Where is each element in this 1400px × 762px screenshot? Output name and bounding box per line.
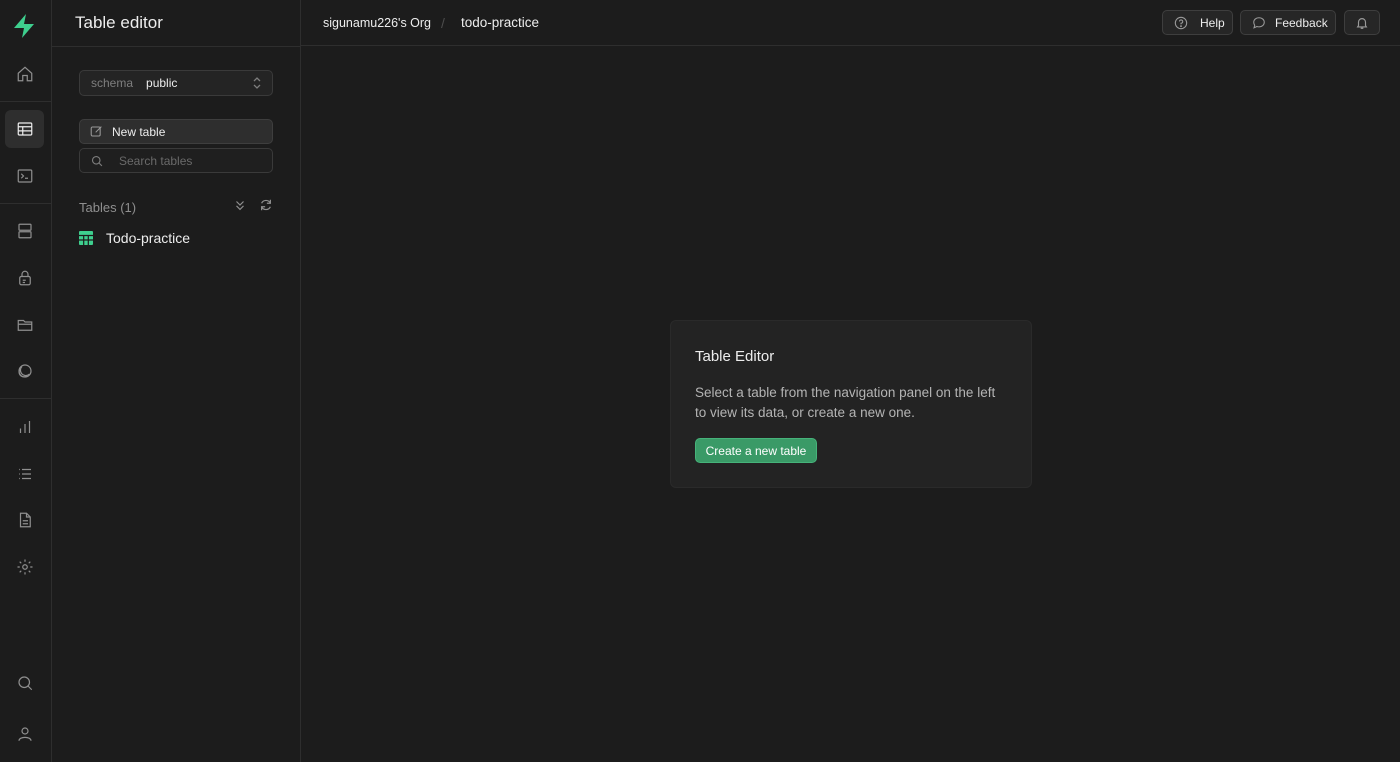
search-tables-input[interactable] xyxy=(119,153,259,168)
schema-select[interactable]: schema public xyxy=(79,70,273,96)
table-list-item[interactable]: Todo-practice xyxy=(79,227,273,249)
breadcrumb-separator: / xyxy=(441,14,445,31)
home-icon[interactable] xyxy=(5,55,44,93)
sidebar-header: Table editor xyxy=(52,0,300,47)
new-table-label: New table xyxy=(112,124,166,139)
collapse-all-icon[interactable] xyxy=(233,198,247,212)
tables-section-header: Tables (1) xyxy=(79,198,273,216)
edit-icon xyxy=(90,126,102,137)
help-icon xyxy=(1174,16,1188,29)
table-icon xyxy=(79,231,93,245)
search-icon xyxy=(91,155,103,166)
card-title: Table Editor xyxy=(695,348,775,365)
empty-state-card: Table Editor Select a table from the nav… xyxy=(670,320,1032,488)
sql-editor-icon[interactable] xyxy=(5,157,44,195)
breadcrumb-organization[interactable]: sigunamu226's Org xyxy=(323,16,431,30)
main-content: Table Editor Select a table from the nav… xyxy=(301,46,1400,762)
feedback-button[interactable]: Feedback xyxy=(1240,10,1336,35)
create-new-table-button[interactable]: Create a new table xyxy=(695,438,817,463)
user-icon[interactable] xyxy=(5,715,44,753)
feedback-label: Feedback xyxy=(1275,15,1328,30)
breadcrumb-project[interactable]: todo-practice xyxy=(461,15,539,30)
logs-icon[interactable] xyxy=(5,455,44,493)
card-description: Select a table from the navigation panel… xyxy=(695,385,996,420)
database-icon[interactable] xyxy=(5,212,44,250)
search-tables xyxy=(79,148,273,173)
reports-icon[interactable] xyxy=(5,408,44,446)
api-docs-icon[interactable] xyxy=(5,501,44,539)
help-button[interactable]: Help xyxy=(1162,10,1233,35)
notifications-button[interactable] xyxy=(1344,10,1380,35)
chevron-up-down-icon xyxy=(253,77,261,89)
schema-value: public xyxy=(146,76,178,90)
bell-icon xyxy=(1356,17,1368,29)
new-table-button[interactable]: New table xyxy=(79,119,273,144)
table-name: Todo-practice xyxy=(106,230,191,246)
top-bar: sigunamu226's Org / todo-practice Help F… xyxy=(301,0,1400,46)
search-icon[interactable] xyxy=(5,664,44,702)
supabase-logo-icon[interactable] xyxy=(10,12,38,40)
icon-rail xyxy=(0,0,52,762)
sidebar-title: Table editor xyxy=(75,13,163,32)
table-editor-icon[interactable] xyxy=(5,110,44,148)
help-label: Help xyxy=(1200,15,1225,30)
realtime-icon[interactable] xyxy=(5,352,44,390)
schema-label: schema xyxy=(91,76,134,90)
settings-icon[interactable] xyxy=(5,548,44,586)
message-icon xyxy=(1253,16,1265,29)
refresh-icon[interactable] xyxy=(259,198,273,212)
authentication-icon[interactable] xyxy=(5,259,44,297)
tables-heading: Tables (1) xyxy=(79,199,137,215)
table-editor-sidebar: Table editor schema public New table Tab… xyxy=(52,0,301,762)
storage-icon[interactable] xyxy=(5,306,44,344)
